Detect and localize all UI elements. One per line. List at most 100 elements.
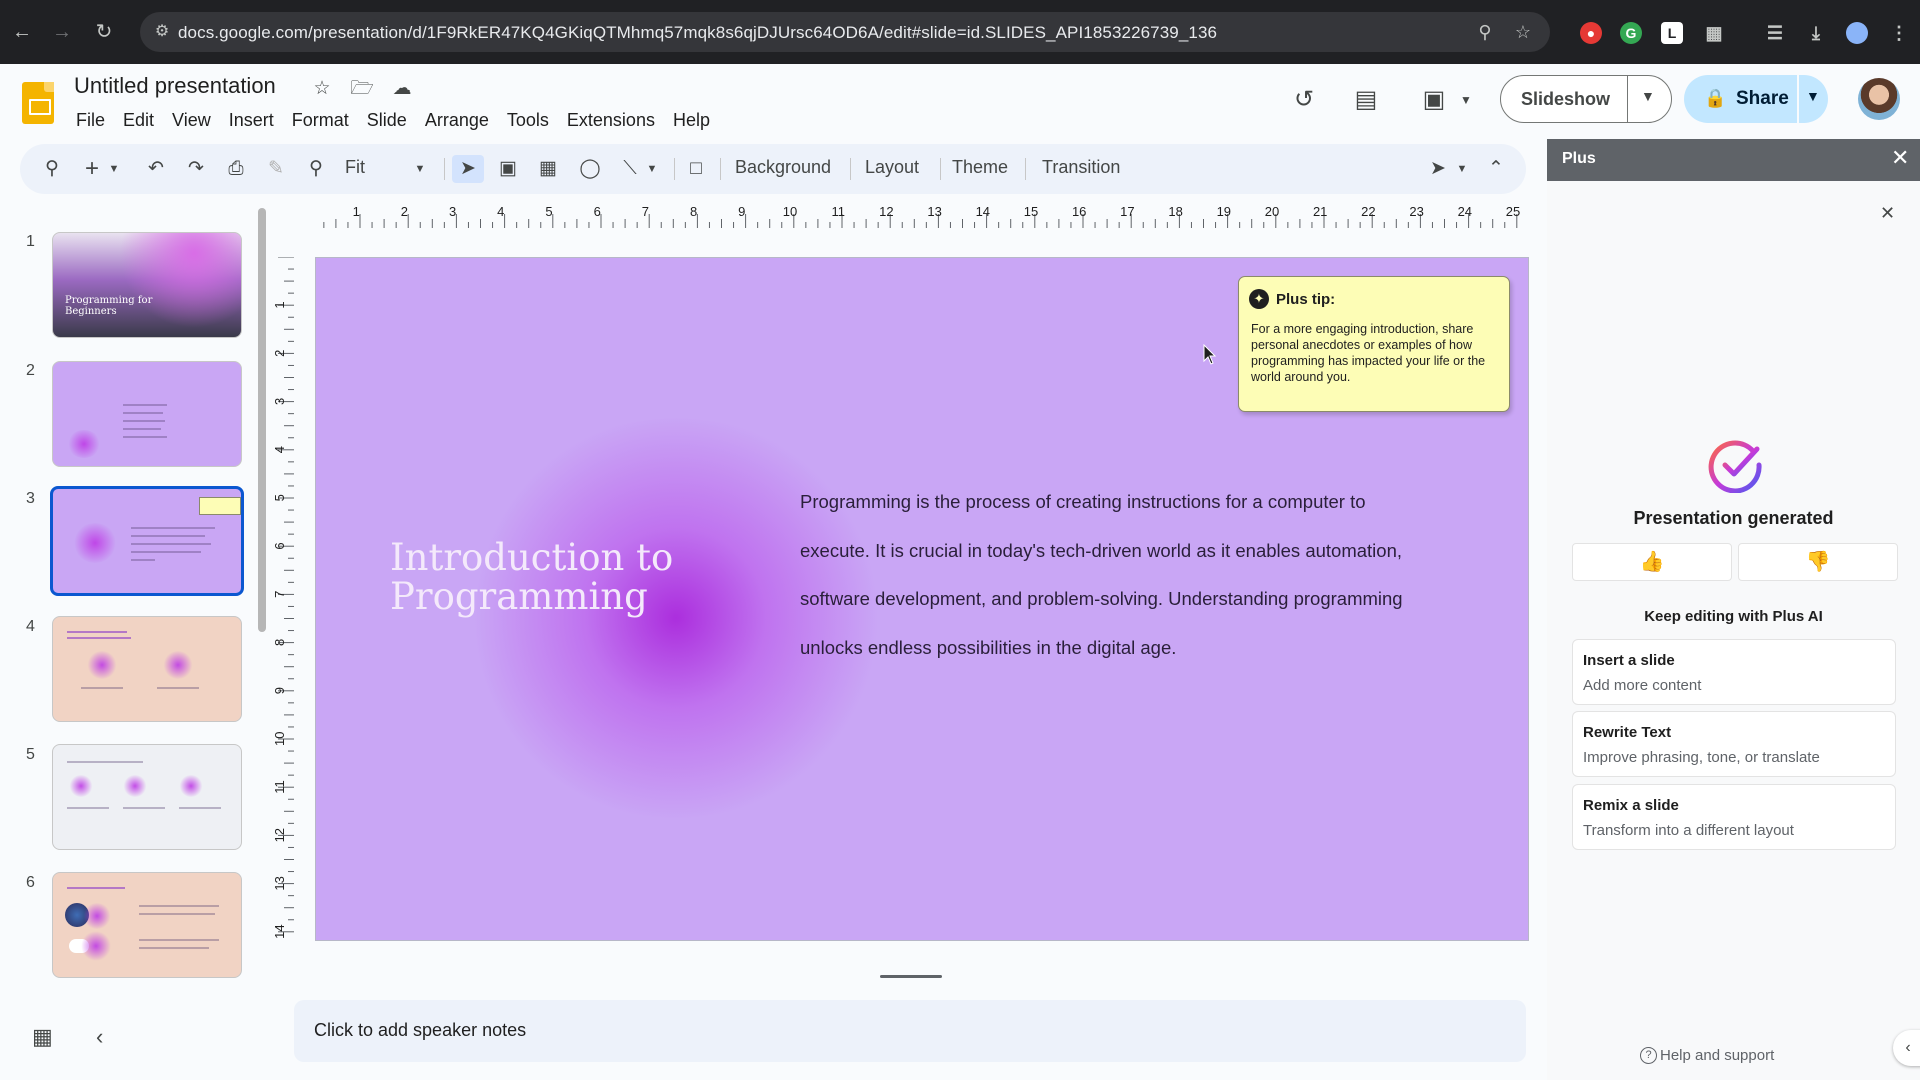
thumbnail-text-line (81, 687, 123, 689)
notes-resize-handle[interactable] (880, 975, 942, 978)
thumbnail-text-line (139, 905, 219, 907)
new-slide-dropdown-icon[interactable]: ▼ (106, 155, 122, 183)
reload-icon[interactable]: ↻ (92, 20, 116, 44)
slide-body-text[interactable]: Programming is the process of creating i… (800, 478, 1410, 672)
profile-avatar-icon[interactable] (1846, 22, 1868, 44)
browser-menu-icon[interactable]: ⋮ (1888, 22, 1910, 44)
pen-tool-icon[interactable]: ➤ (1424, 155, 1452, 183)
zoom-icon[interactable]: ⚲ (302, 155, 330, 183)
zoom-dropdown-icon[interactable]: ▼ (412, 155, 428, 183)
insert-image-icon[interactable]: ▦ (534, 155, 562, 183)
undo-icon[interactable]: ↶ (142, 155, 170, 183)
zoom-icon[interactable]: ⚲ (1474, 21, 1496, 43)
slide-thumbnail-2[interactable] (52, 361, 242, 467)
collapse-filmstrip-icon[interactable]: ‹ (96, 1024, 103, 1050)
back-icon[interactable]: ← (10, 20, 34, 44)
slide-heading[interactable]: Introduction to Programming (390, 538, 690, 616)
add-comment-icon[interactable]: □ (682, 155, 710, 183)
plus-panel-title: Plus (1562, 150, 1596, 167)
thumbs-down-button[interactable]: 👎 (1738, 543, 1898, 581)
forward-icon[interactable]: → (50, 20, 74, 44)
slide-thumbnail-6[interactable] (52, 872, 242, 978)
plus-tip-box[interactable]: ✦ Plus tip: For a more engaging introduc… (1238, 276, 1510, 412)
menu-slide[interactable]: Slide (358, 108, 416, 133)
bookmark-star-icon[interactable]: ☆ (1512, 21, 1534, 43)
menu-format[interactable]: Format (283, 108, 358, 133)
slideshow-dropdown-icon[interactable]: ▼ (1641, 88, 1655, 104)
share-dropdown-icon[interactable]: ▼ (1806, 88, 1820, 104)
site-settings-icon[interactable]: ⚙ (152, 22, 172, 42)
collapse-toolbar-icon[interactable]: ⌃ (1482, 155, 1510, 183)
menu-file[interactable]: File (76, 108, 114, 133)
menu-tools[interactable]: Tools (498, 108, 558, 133)
theme-button[interactable]: Theme (952, 157, 1008, 178)
close-panel-icon[interactable]: ✕ (1891, 145, 1909, 171)
pen-dropdown-icon[interactable]: ▼ (1454, 155, 1470, 183)
shape-icon[interactable]: ◯ (576, 155, 604, 183)
transition-button[interactable]: Transition (1042, 157, 1120, 178)
select-tool-icon[interactable]: ➤ (452, 155, 484, 183)
slide-thumbnail-3[interactable] (50, 486, 244, 596)
search-menus-icon[interactable]: ⚲ (38, 155, 66, 183)
extension-red-icon[interactable]: ● (1580, 22, 1602, 44)
rewrite-text-card[interactable]: Rewrite Text Improve phrasing, tone, or … (1572, 711, 1896, 777)
background-button[interactable]: Background (735, 157, 831, 178)
meet-dropdown-icon[interactable]: ▼ (1450, 84, 1482, 116)
comments-icon[interactable]: ▤ (1350, 84, 1382, 116)
star-icon[interactable]: ☆ (310, 77, 334, 101)
url-text[interactable]: docs.google.com/presentation/d/1F9RkER47… (178, 23, 1217, 43)
menu-view[interactable]: View (163, 108, 220, 133)
share-button[interactable]: 🔒 Share ▼ (1684, 75, 1828, 123)
thumbnail-blob (163, 651, 193, 679)
meet-video-icon[interactable]: ▣ (1418, 84, 1450, 116)
menu-arrange[interactable]: Arrange (416, 108, 498, 133)
line-icon[interactable]: ⟍ (616, 155, 644, 183)
presentation-generated-label: Presentation generated (1633, 508, 1834, 528)
address-bar[interactable]: ⚙ docs.google.com/presentation/d/1F9RkER… (140, 12, 1550, 52)
close-icon[interactable]: ✕ (1880, 203, 1895, 224)
document-title[interactable]: Untitled presentation (74, 73, 276, 99)
redo-icon[interactable]: ↷ (182, 155, 210, 183)
move-folder-icon[interactable]: 🗁 (350, 77, 374, 101)
menu-help[interactable]: Help (664, 108, 719, 133)
thumbnail-text-line (67, 761, 143, 763)
extensions-puzzle-icon[interactable]: ▦ (1703, 22, 1725, 44)
remix-slide-card[interactable]: Remix a slide Transform into a different… (1572, 784, 1896, 850)
filmstrip-scrollbar[interactable] (258, 208, 266, 632)
text-box-icon[interactable]: ▣ (494, 155, 522, 183)
slide-number: 3 (26, 490, 35, 507)
extension-grammarly-icon[interactable]: G (1620, 22, 1642, 44)
grid-view-icon[interactable]: ▦ (32, 1024, 53, 1050)
zoom-select[interactable]: Fit (345, 157, 365, 178)
download-icon[interactable]: ⤓ (1805, 22, 1827, 44)
slideshow-button[interactable]: Slideshow ▼ (1500, 75, 1672, 123)
horizontal-ruler[interactable]: 1 2 3 4 5 6 7 8 9 10 11 12 13 14 15 16 17 18 19 20 21 22 23 24 2… (312, 204, 1528, 228)
menu-edit[interactable]: Edit (114, 108, 163, 133)
menu-extensions[interactable]: Extensions (558, 108, 664, 133)
media-controls-icon[interactable]: ☰ (1764, 22, 1786, 44)
slide-canvas[interactable]: Introduction to Programming Programming … (315, 257, 1529, 941)
ruler-label: 4 (274, 446, 287, 453)
toolbar-divider (1025, 158, 1026, 180)
help-and-support-link[interactable]: Help and support (1660, 1047, 1774, 1064)
speaker-notes[interactable]: Click to add speaker notes (294, 1000, 1526, 1062)
insert-slide-card[interactable]: Insert a slide Add more content (1572, 639, 1896, 705)
slide-thumbnail-1[interactable]: Programming for Beginners (52, 232, 242, 338)
ruler-label: 9 (274, 687, 287, 694)
print-icon[interactable]: ⎙ (222, 155, 250, 183)
account-avatar[interactable] (1858, 78, 1900, 120)
cloud-status-icon[interactable]: ☁ (390, 77, 414, 101)
slides-logo[interactable] (22, 82, 54, 124)
extension-l-icon[interactable]: L (1661, 22, 1683, 44)
menu-insert[interactable]: Insert (220, 108, 283, 133)
paint-format-icon[interactable]: ✎ (262, 155, 290, 183)
version-history-icon[interactable]: ↺ (1288, 84, 1320, 116)
vertical-ruler[interactable]: 1234567891011121314 (272, 256, 294, 943)
slide-thumbnail-5[interactable] (52, 744, 242, 850)
new-slide-icon[interactable]: + (78, 155, 106, 183)
thumbs-up-button[interactable]: 👍 (1572, 543, 1732, 581)
line-dropdown-icon[interactable]: ▼ (644, 155, 660, 183)
layout-button[interactable]: Layout (865, 157, 919, 178)
slide-thumbnail-4[interactable] (52, 616, 242, 722)
ruler-label: 7 (642, 204, 649, 219)
